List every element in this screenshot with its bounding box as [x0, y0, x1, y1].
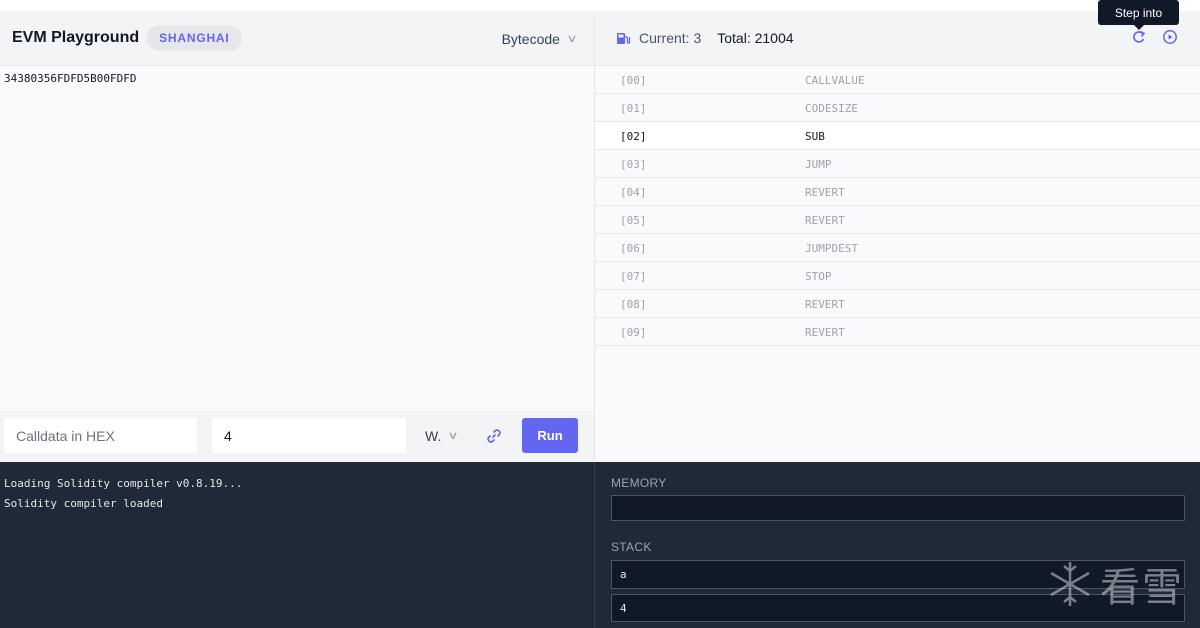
opcode-pc: [02]	[620, 130, 647, 143]
console-line: Loading Solidity compiler v0.8.19...	[4, 477, 243, 490]
opcode-row[interactable]: [05] REVERT	[595, 206, 1200, 234]
memory-label: MEMORY	[611, 476, 667, 490]
app-title: EVM Playground	[12, 29, 140, 46]
opcode-row[interactable]: [09] REVERT	[595, 318, 1200, 346]
opcode-row[interactable]: [07] STOP	[595, 262, 1200, 290]
chevron-down-icon: ∨	[566, 33, 578, 45]
opcode-name: JUMPDEST	[805, 242, 858, 255]
editor-header: EVM Playground SHANGHAI Bytecode ∨	[0, 11, 594, 66]
run-all-button[interactable]	[1159, 26, 1181, 48]
gas-pump-icon	[617, 33, 631, 44]
opcode-row-active[interactable]: [02] SUB	[595, 122, 1200, 150]
opcode-row[interactable]: [00] CALLVALUE	[595, 66, 1200, 94]
step-into-icon	[1133, 30, 1146, 43]
opcode-name: REVERT	[805, 186, 845, 199]
opcode-pc: [05]	[620, 214, 647, 227]
value-input[interactable]	[212, 418, 406, 453]
opcode-name: STOP	[805, 270, 832, 283]
opcode-pc: [07]	[620, 270, 647, 283]
calldata-bar: W. ∨ Run	[0, 411, 594, 462]
opcode-name: CALLVALUE	[805, 74, 865, 87]
calldata-input[interactable]	[4, 418, 197, 453]
code-line: 34380356FDFD5B00FDFD	[4, 72, 137, 85]
memory-box	[611, 495, 1185, 521]
gas-current: Current: 3	[639, 30, 702, 46]
opcode-pc: [03]	[620, 158, 647, 171]
opcode-row[interactable]: [03] JUMP	[595, 150, 1200, 178]
unit-select[interactable]: W. ∨	[425, 418, 460, 453]
opcode-pc: [08]	[620, 298, 647, 311]
opcode-name: REVERT	[805, 326, 845, 339]
watermark-text: 看雪	[1100, 566, 1184, 610]
step-into-tooltip: Step into	[1098, 0, 1179, 30]
console-line: Solidity compiler loaded	[4, 497, 163, 510]
opcode-row[interactable]: [01] CODESIZE	[595, 94, 1200, 122]
console-output: Loading Solidity compiler v0.8.19... Sol…	[0, 462, 594, 628]
opcode-pc: [09]	[620, 326, 647, 339]
opcode-name: CODESIZE	[805, 102, 858, 115]
gas-total: Total: 21004	[717, 30, 794, 46]
opcode-name: REVERT	[805, 214, 845, 227]
opcode-name: JUMP	[805, 158, 832, 171]
run-button[interactable]: Run	[522, 418, 578, 453]
fork-badge[interactable]: SHANGHAI	[147, 25, 242, 51]
opcode-pc: [06]	[620, 242, 647, 255]
link-icon[interactable]	[484, 426, 504, 446]
opcode-name: SUB	[805, 130, 825, 143]
stack-label: STACK	[611, 540, 652, 554]
snowflake-icon	[1050, 562, 1090, 606]
opcode-pc: [00]	[620, 74, 647, 87]
opcode-pc: [01]	[620, 102, 647, 115]
code-editor[interactable]: 34380356FDFD5B00FDFD	[0, 66, 594, 411]
opcode-pc: [04]	[620, 186, 647, 199]
opcode-list[interactable]: [00] CALLVALUE [01] CODESIZE [02] SUB [03] J…	[594, 66, 1200, 462]
mode-select-value: Bytecode	[501, 30, 560, 47]
chevron-down-icon: ∨	[447, 430, 460, 442]
watermark: 看雪	[1048, 556, 1198, 612]
top-strip	[0, 0, 1200, 11]
opcode-row[interactable]: [08] REVERT	[595, 290, 1200, 318]
opcode-row[interactable]: [06] JUMPDEST	[595, 234, 1200, 262]
opcode-row[interactable]: [04] REVERT	[595, 178, 1200, 206]
opcode-name: REVERT	[805, 298, 845, 311]
unit-select-value: W.	[425, 427, 442, 444]
play-circle-icon	[1163, 30, 1177, 44]
mode-select[interactable]: Bytecode ∨	[501, 11, 578, 66]
